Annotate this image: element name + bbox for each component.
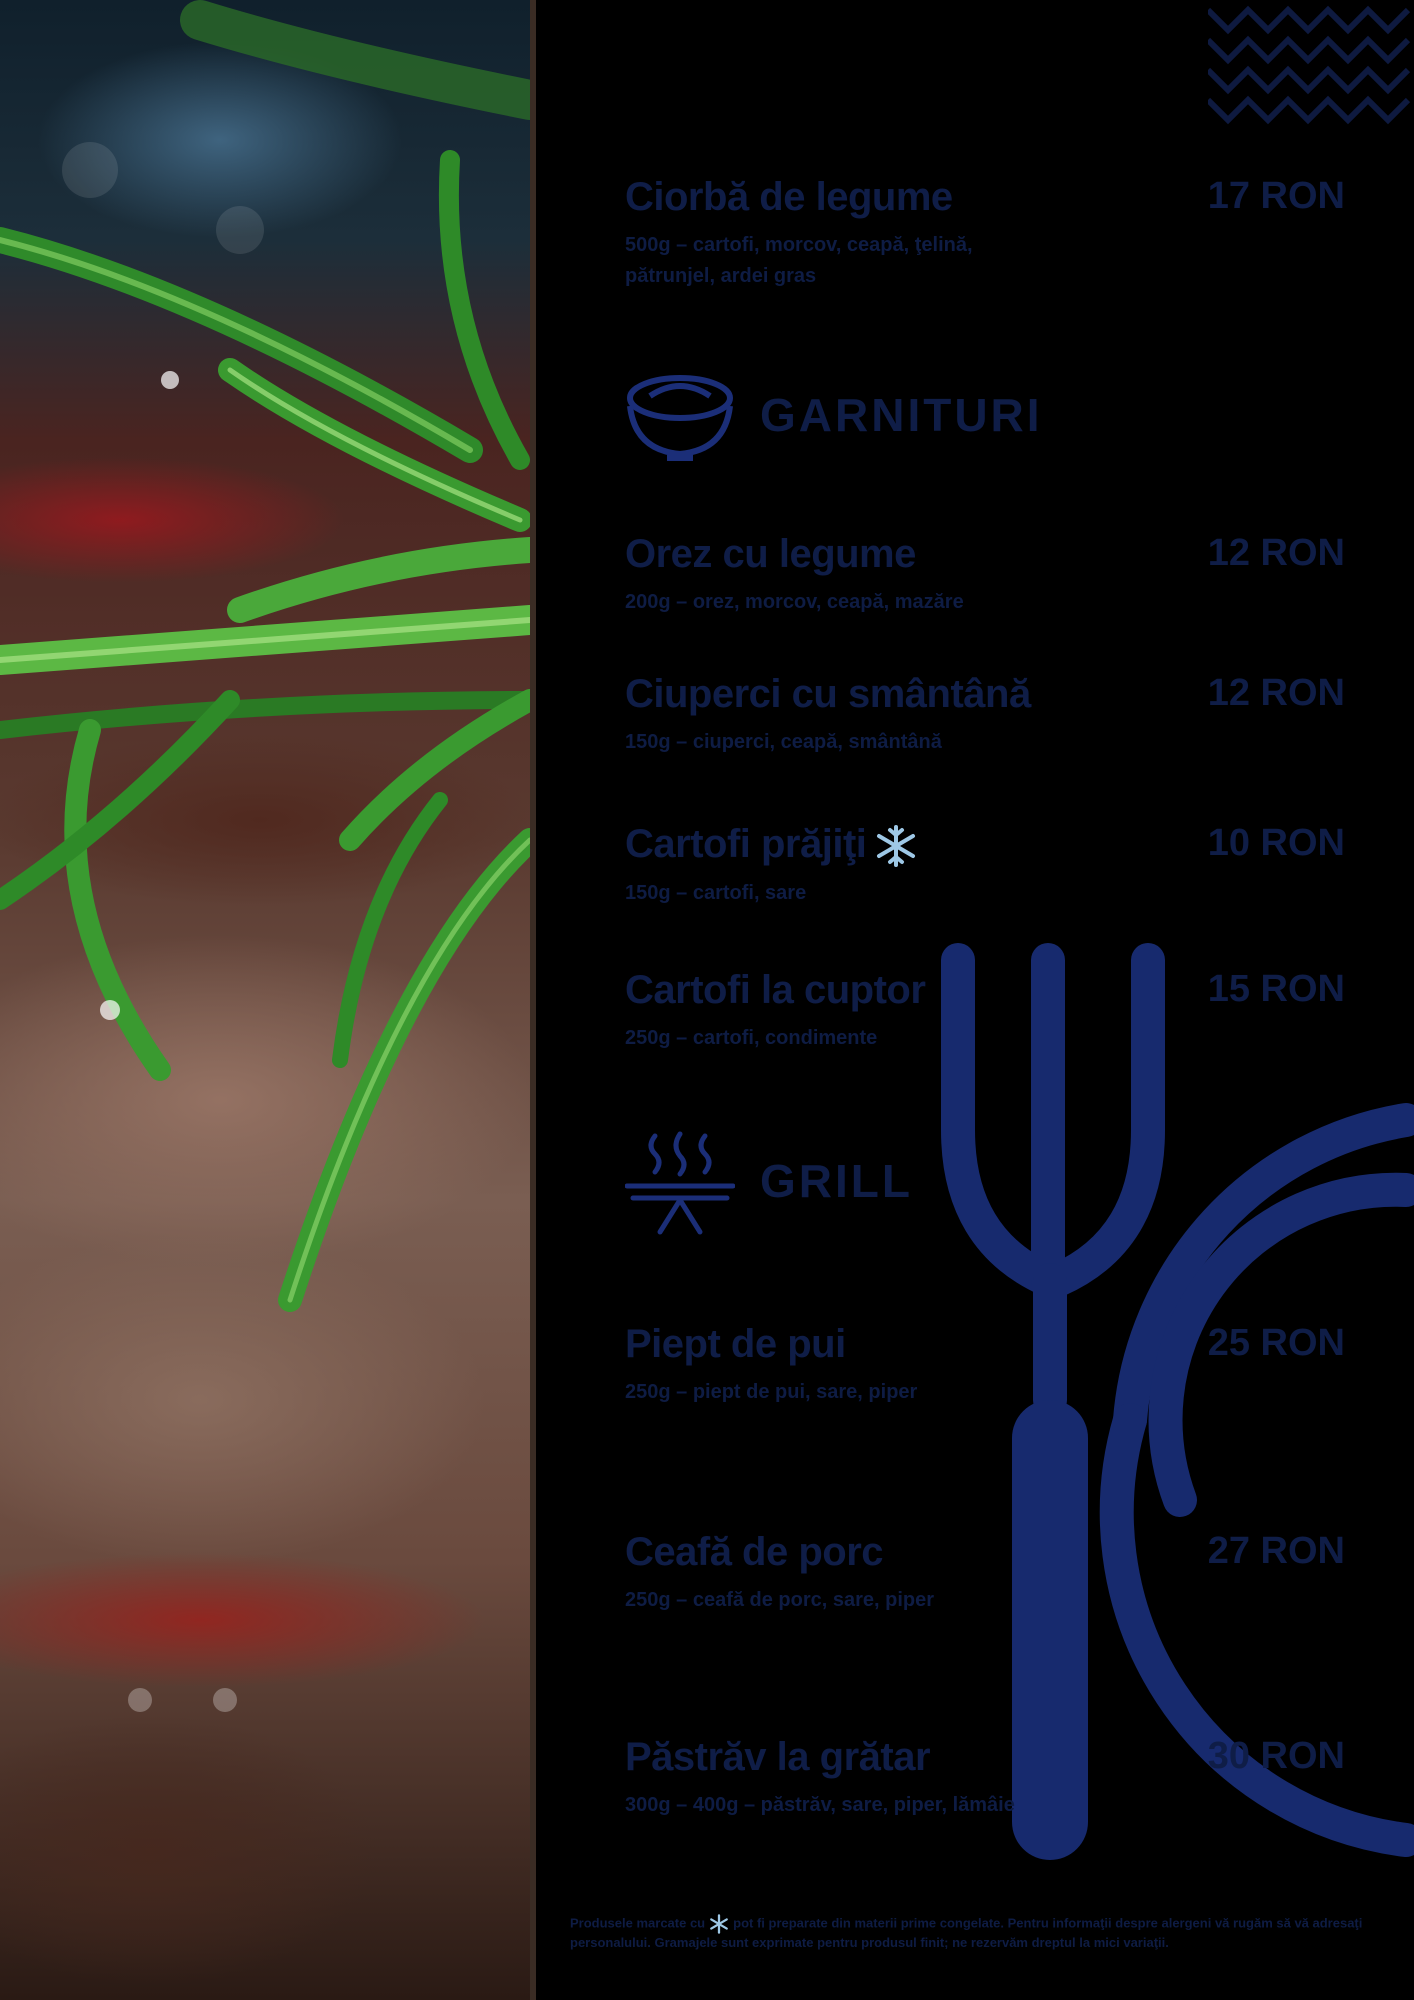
item-price: 12 RON xyxy=(1207,672,1345,714)
item-description: 500g – cartofi, morcov, ceapă, ţelină, p… xyxy=(625,234,973,287)
section-title: GARNITURI xyxy=(760,389,1043,441)
item-description: 300g – 400g – păstrăv, sare, piper, lămâ… xyxy=(625,1794,1015,1816)
item-name-text: Cartofi prăjiţi xyxy=(625,822,867,866)
section-grill: GRILL xyxy=(624,1128,1125,1238)
allergen-footnote: Produsele marcate cu pot fi preparate din… xyxy=(570,1914,1380,1952)
steak-rosemary-photo xyxy=(0,0,530,2000)
menu-item: Piept de pui 25 RON 250g – piept de pui,… xyxy=(625,1322,1345,1408)
item-price: 17 RON xyxy=(1207,175,1345,217)
item-description: 250g – ceafă de porc, sare, piper xyxy=(625,1589,935,1611)
item-description: 250g – piept de pui, sare, piper xyxy=(625,1381,918,1403)
item-description: 200g – orez, morcov, ceapă, mazăre xyxy=(625,591,964,613)
zigzag-decoration xyxy=(1208,5,1411,125)
item-price: 27 RON xyxy=(1207,1530,1345,1572)
menu-item: Păstrăv la grătar 30 RON 300g – 400g – p… xyxy=(625,1735,1345,1821)
item-description: 250g – cartofi, condimente xyxy=(625,1027,878,1049)
item-price: 15 RON xyxy=(1207,968,1345,1010)
item-price: 10 RON xyxy=(1207,822,1345,864)
menu-item: Ciorbă de legume 17 RON 500g – cartofi, … xyxy=(625,175,1345,292)
item-description: 150g – cartofi, sare xyxy=(625,882,807,905)
menu-item: Orez cu legume 12 RON 200g – orez, morco… xyxy=(625,532,1345,618)
menu-item: Ciuperci cu smântână 12 RON 150g – ciupe… xyxy=(625,672,1345,758)
menu-item: Cartofi la cuptor 15 RON 250g – cartofi,… xyxy=(625,968,1345,1054)
menu-item: Ceafă de porc 27 RON 250g – ceafă de por… xyxy=(625,1530,1345,1616)
item-price: 12 RON xyxy=(1207,532,1345,574)
section-title: GRILL xyxy=(760,1155,913,1207)
snowflake-icon xyxy=(710,1914,728,1934)
snowflake-icon xyxy=(877,825,916,868)
item-price: 25 RON xyxy=(1207,1322,1345,1364)
grill-icon xyxy=(624,1131,736,1235)
footnote-text: Produsele marcate cu xyxy=(570,1915,706,1931)
menu-item: Cartofi prăjiţi 10 RON 150g – cartofi, s… xyxy=(625,822,1345,909)
bowl-icon xyxy=(627,375,733,461)
rosemary-sprigs xyxy=(0,0,530,1712)
section-garnituri: GARNITURI xyxy=(625,370,1125,470)
item-description: 150g – ciuperci, ceapă, smântână xyxy=(625,731,942,753)
item-price: 30 RON xyxy=(1207,1735,1345,1777)
